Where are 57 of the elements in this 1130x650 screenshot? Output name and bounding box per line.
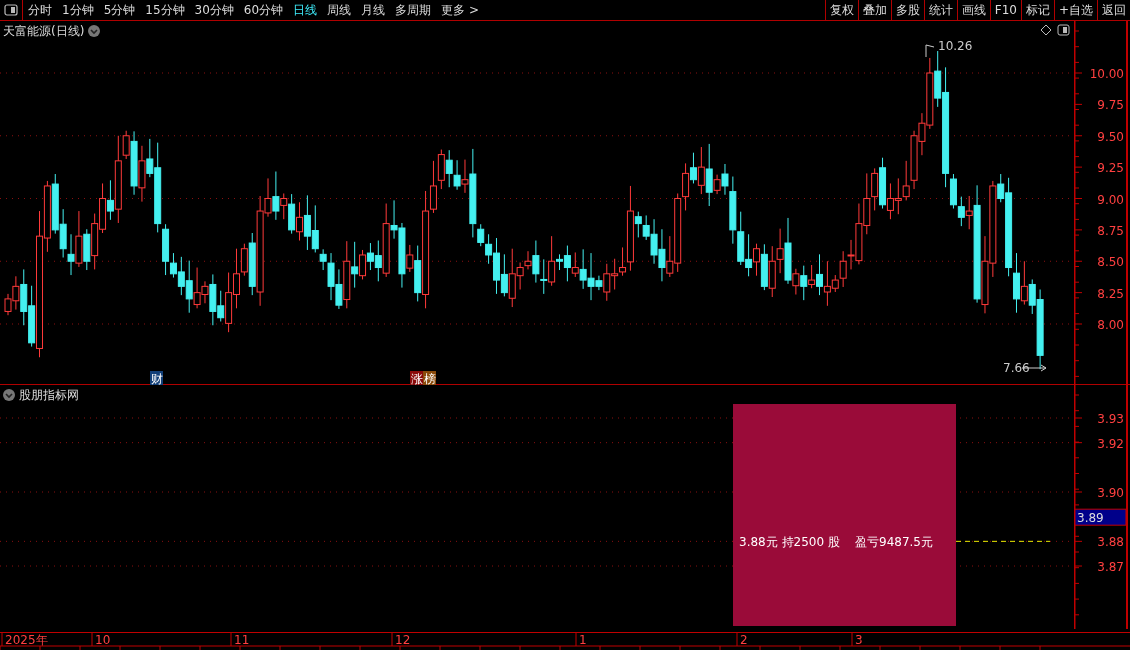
chart-title: 天富能源(日线): [3, 23, 85, 40]
axis-label: 8.00: [1097, 318, 1124, 332]
toolbar-button[interactable]: 标记: [1020, 0, 1054, 20]
high-price-label: 10.26: [938, 39, 973, 53]
axis-label: 9.00: [1097, 192, 1124, 207]
time-axis-label: 2025年: [5, 632, 48, 647]
time-axis-label: 1: [579, 632, 587, 647]
period-tab[interactable]: 分时: [23, 0, 57, 20]
axis-label: 10.00: [1089, 67, 1124, 81]
indicator-title: 股朋指标网: [19, 387, 79, 404]
period-tab[interactable]: 周线: [322, 0, 357, 20]
axis-label: 9.50: [1097, 129, 1124, 144]
diamond-icon[interactable]: [1040, 24, 1052, 36]
axis-label: 9.75: [1097, 98, 1124, 113]
axis-label: 3.92: [1097, 436, 1124, 451]
toolbar-button[interactable]: 复权: [824, 0, 858, 20]
axis-label: 8.75: [1097, 223, 1124, 238]
period-tab[interactable]: 更多 >: [436, 0, 484, 20]
current-value-tag: 3.89: [1074, 508, 1127, 526]
time-axis-label: 12: [395, 632, 411, 647]
event-marker: 榜: [423, 371, 436, 385]
period-tab[interactable]: 月线: [356, 0, 391, 20]
axis-label: 3.88: [1097, 535, 1124, 550]
period-tab[interactable]: 多周期: [390, 0, 437, 20]
profit-loss-text: 盈亏9487.5元: [855, 535, 933, 550]
toolbar-button[interactable]: +自选: [1053, 0, 1097, 20]
time-axis-label: 3: [855, 632, 863, 647]
axis-label: 8.25: [1097, 286, 1124, 301]
axis-label: 9.25: [1097, 161, 1124, 176]
time-axis-label: 10: [95, 632, 111, 647]
toolbar-button[interactable]: F10: [989, 0, 1021, 20]
leader-line: [925, 44, 935, 58]
period-tab[interactable]: 日线: [288, 0, 323, 20]
axis-label: 3.90: [1097, 486, 1124, 500]
toolbar-button[interactable]: 叠加: [857, 0, 891, 20]
axis-label: 8.50: [1097, 255, 1124, 270]
position-text: 3.88元 持2500 股: [739, 535, 840, 550]
toolbar-button[interactable]: 统计: [923, 0, 957, 20]
toolbar-button[interactable]: 画线: [956, 0, 990, 20]
period-tab[interactable]: 60分钟: [238, 0, 289, 20]
toolbar-button[interactable]: 多股: [890, 0, 924, 20]
low-price-label: 7.66: [1003, 361, 1030, 375]
dropdown-icon[interactable]: [3, 389, 15, 401]
period-tab[interactable]: 1分钟: [57, 0, 99, 20]
panel-toggle-icon: [4, 4, 18, 16]
event-marker: 涨: [410, 371, 423, 385]
period-tab[interactable]: 5分钟: [98, 0, 141, 20]
panel-toggle-icon[interactable]: [1057, 24, 1070, 36]
period-tab[interactable]: 15分钟: [140, 0, 190, 20]
axis-label: 3.93: [1097, 412, 1124, 426]
event-marker: 财: [150, 371, 163, 385]
toolbar-button[interactable]: 返回: [1097, 0, 1130, 20]
time-axis-label: 2: [740, 632, 748, 647]
axis-label: 3.87: [1097, 560, 1124, 574]
period-tab[interactable]: 30分钟: [189, 0, 239, 20]
time-axis-label: 11: [234, 632, 250, 647]
dropdown-icon[interactable]: [88, 25, 101, 37]
